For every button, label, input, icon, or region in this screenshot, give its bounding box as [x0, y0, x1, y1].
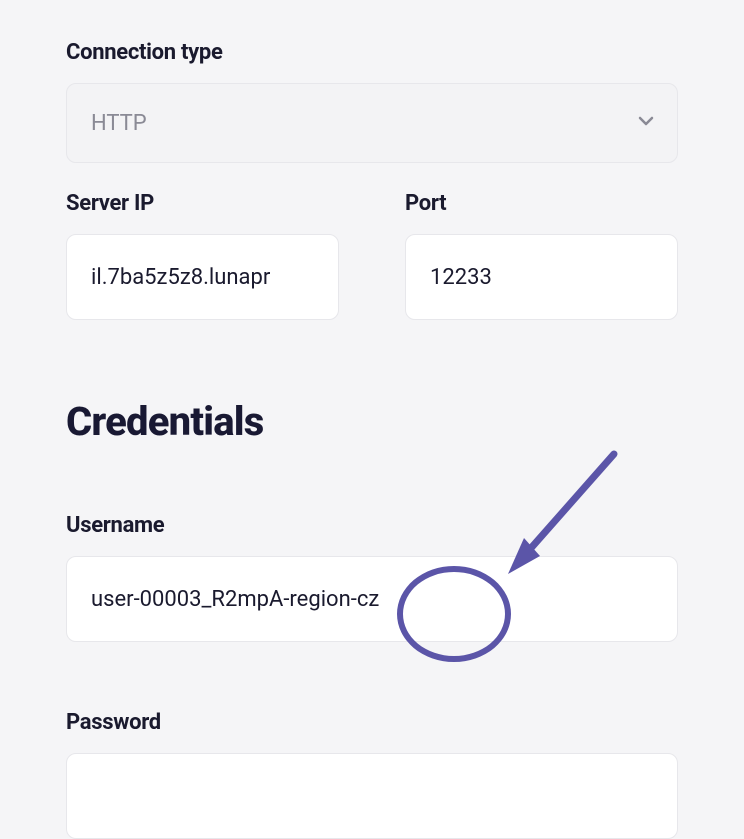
username-label: Username [66, 513, 678, 538]
server-ip-label: Server IP [66, 191, 339, 216]
server-ip-field: Server IP [66, 191, 339, 320]
server-ip-input[interactable] [66, 234, 339, 320]
password-input[interactable] [66, 753, 678, 839]
port-label: Port [405, 191, 678, 216]
username-input[interactable] [66, 556, 678, 642]
server-port-row: Server IP Port [66, 191, 678, 320]
connection-type-label: Connection type [66, 40, 678, 65]
connection-type-field: Connection type [66, 40, 678, 163]
connection-type-select-wrap [66, 83, 678, 163]
port-input[interactable] [405, 234, 678, 320]
credentials-heading: Credentials [66, 398, 678, 445]
username-field: Username [66, 513, 678, 642]
password-field: Password [66, 710, 678, 839]
port-field: Port [405, 191, 678, 320]
password-label: Password [66, 710, 678, 735]
connection-type-select[interactable] [66, 83, 678, 163]
